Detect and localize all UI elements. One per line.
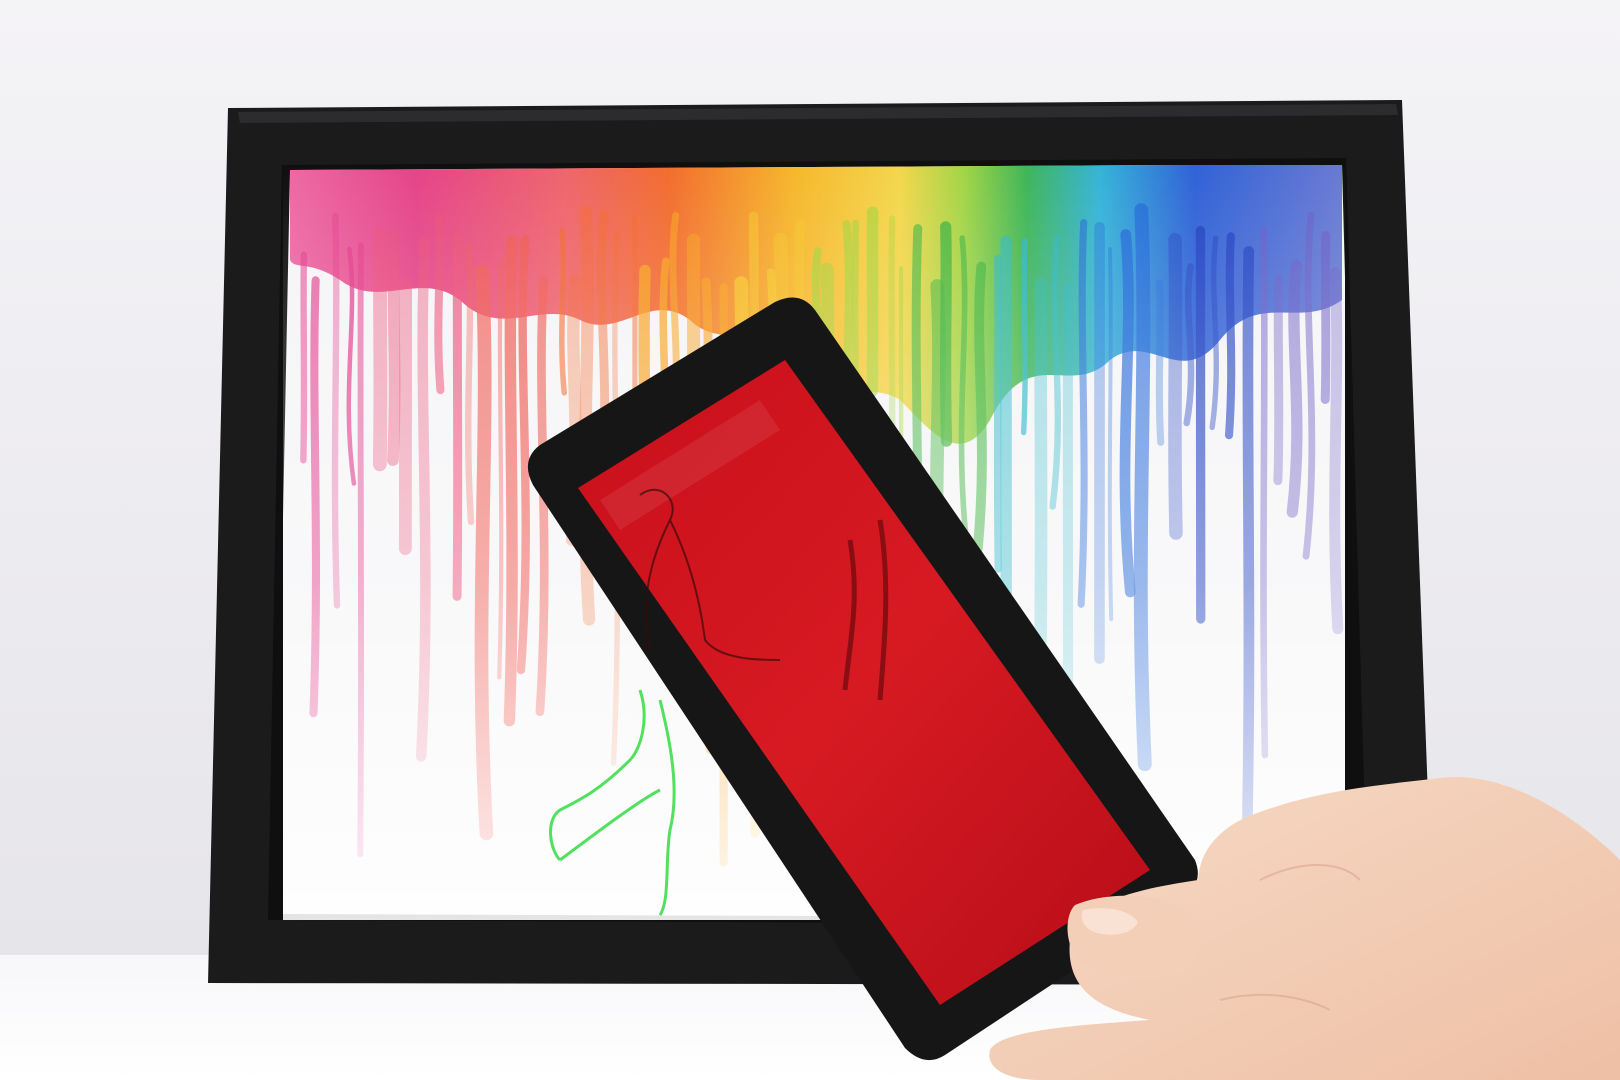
photo-scene — [0, 0, 1620, 1080]
